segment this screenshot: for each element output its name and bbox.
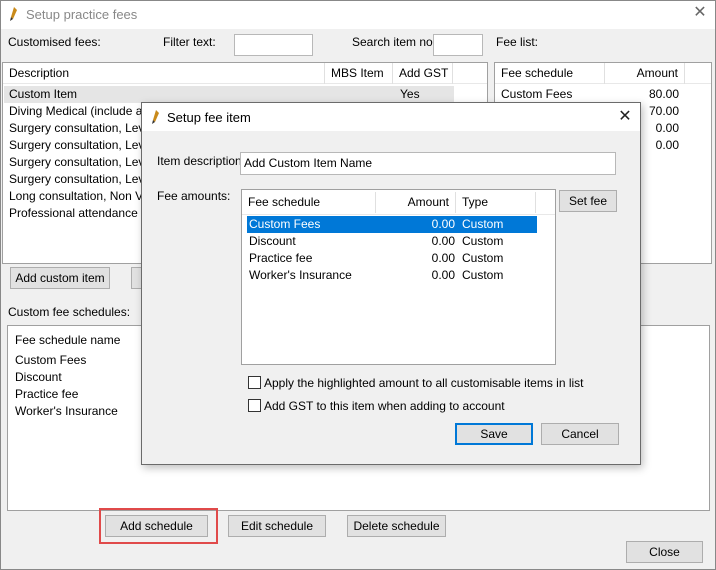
add-custom-item-button[interactable]: Add custom item xyxy=(10,267,110,289)
item-description-label: Item description: xyxy=(157,154,246,168)
fee-list-amount: 80.00 xyxy=(648,87,679,101)
schedule-list-item[interactable]: Discount xyxy=(15,369,62,386)
dialog-title: Setup fee item xyxy=(167,110,251,125)
save-button[interactable]: Save xyxy=(455,423,533,445)
customised-fees-label: Customised fees: xyxy=(8,35,101,49)
set-fee-button[interactable]: Set fee xyxy=(559,190,617,212)
cell-amount: 0.00 xyxy=(431,251,455,265)
custom-fee-schedules-label: Custom fee schedules: xyxy=(8,305,131,319)
column-header-amount[interactable]: Amount xyxy=(376,192,456,213)
cell-schedule: Worker's Insurance xyxy=(249,268,352,282)
cell-amount: 0.00 xyxy=(431,234,455,248)
column-header-amount[interactable]: Amount xyxy=(605,63,685,84)
add-gst-checkbox-label: Add GST to this item when adding to acco… xyxy=(264,399,505,413)
app-logo-icon xyxy=(10,7,17,21)
dialog-logo-icon xyxy=(152,110,159,124)
apply-all-checkbox-label: Apply the highlighted amount to all cust… xyxy=(264,376,584,390)
setup-fee-item-dialog: Setup fee item ✕ Item description: Add C… xyxy=(141,102,641,465)
delete-schedule-button[interactable]: Delete schedule xyxy=(347,515,446,537)
column-header-fee-schedule[interactable]: Fee schedule xyxy=(495,63,605,84)
filter-label: Filter text: xyxy=(163,35,216,49)
filter-input[interactable] xyxy=(234,34,313,56)
cell-type: Custom xyxy=(462,234,504,248)
fee-list-label: Fee list: xyxy=(496,35,539,49)
cell-gst: Yes xyxy=(400,87,420,101)
fee-list-schedule[interactable]: Custom Fees xyxy=(501,86,601,103)
window-close-icon[interactable]: ✕ xyxy=(690,3,710,23)
schedule-list-item[interactable]: Practice fee xyxy=(15,386,78,403)
add-schedule-button[interactable]: Add schedule xyxy=(105,515,208,537)
fee-amount-row[interactable]: Discount 0.00 Custom xyxy=(247,233,537,250)
cancel-button[interactable]: Cancel xyxy=(541,423,619,445)
column-header-add-gst[interactable]: Add GST xyxy=(393,63,453,84)
edit-schedule-button[interactable]: Edit schedule xyxy=(228,515,326,537)
table-header: Fee schedule Amount Type xyxy=(242,190,555,215)
cell-description: Custom Item xyxy=(9,87,78,101)
close-button[interactable]: Close xyxy=(626,541,703,563)
fee-amount-row[interactable]: Worker's Insurance 0.00 Custom xyxy=(247,267,537,284)
fee-amount-row[interactable]: Practice fee 0.00 Custom xyxy=(247,250,537,267)
fee-amounts-label: Fee amounts: xyxy=(157,189,231,203)
search-item-label: Search item no: xyxy=(352,35,437,49)
table-header: Description MBS Item Add GST xyxy=(3,63,487,84)
fee-amount-row-selected[interactable]: Custom Fees 0.00 Custom xyxy=(247,216,537,233)
cell-amount: 0.00 xyxy=(431,217,455,231)
column-header-schedule-name[interactable]: Fee schedule name xyxy=(15,332,120,350)
column-header-fee-schedule[interactable]: Fee schedule xyxy=(242,192,376,213)
table-header: Fee schedule Amount xyxy=(495,63,711,84)
search-item-input[interactable] xyxy=(433,34,483,56)
cell-schedule: Practice fee xyxy=(249,251,313,265)
item-description-input[interactable]: Add Custom Item Name xyxy=(240,152,616,175)
cell-schedule: Custom Fees xyxy=(249,217,321,231)
add-gst-checkbox[interactable] xyxy=(248,399,261,412)
schedule-list-item[interactable]: Custom Fees xyxy=(15,352,86,369)
cell-type: Custom xyxy=(462,268,504,282)
cell-amount: 0.00 xyxy=(431,268,455,282)
dialog-close-icon[interactable]: ✕ xyxy=(614,106,636,128)
cell-schedule: Discount xyxy=(249,234,296,248)
window-title: Setup practice fees xyxy=(26,7,138,22)
column-header-type[interactable]: Type xyxy=(456,192,536,213)
fee-amounts-table[interactable]: Fee schedule Amount Type Custom Fees 0.0… xyxy=(241,189,556,365)
cell-type: Custom xyxy=(462,217,504,231)
column-header-mbs-item[interactable]: MBS Item xyxy=(325,63,393,84)
apply-all-checkbox[interactable] xyxy=(248,376,261,389)
schedule-list-item[interactable]: Worker's Insurance xyxy=(15,403,118,420)
table-row[interactable]: Custom Item Yes xyxy=(4,86,454,103)
cell-type: Custom xyxy=(462,251,504,265)
column-header-description[interactable]: Description xyxy=(3,63,325,84)
